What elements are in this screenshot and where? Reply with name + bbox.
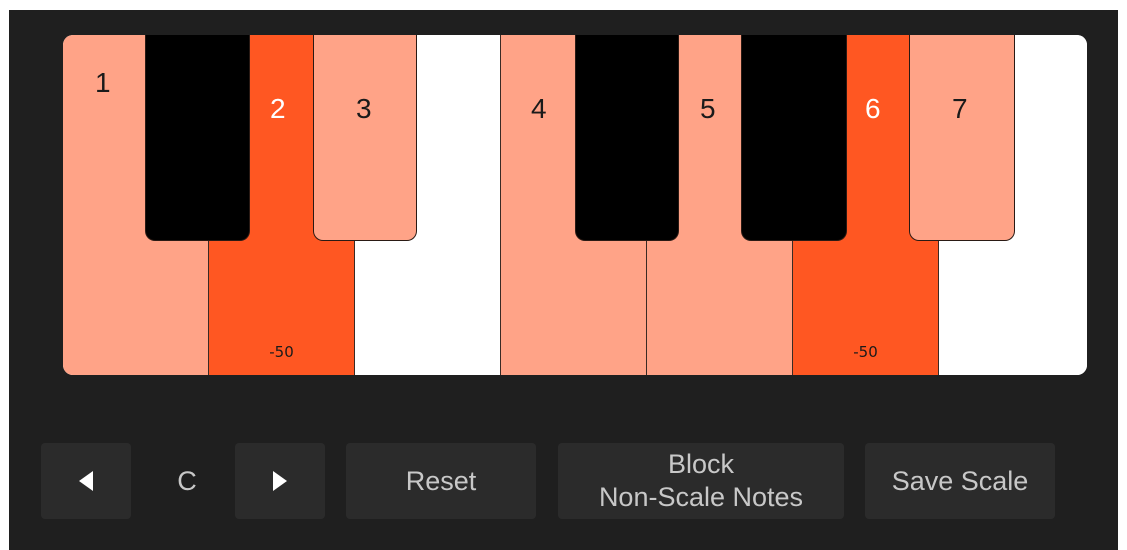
scale-degree-label: 3 xyxy=(356,93,372,124)
scale-editor-panel: 1 2 -50 4 5 6 -50 3 7 C Reset Block Non-… xyxy=(9,10,1118,550)
scale-degree-label: 1 xyxy=(95,67,111,98)
black-key-g-sharp[interactable] xyxy=(741,35,847,241)
triangle-right-icon xyxy=(273,471,287,491)
save-scale-button[interactable]: Save Scale xyxy=(865,443,1055,519)
next-root-button[interactable] xyxy=(235,443,325,519)
black-key-f-sharp[interactable] xyxy=(575,35,679,241)
black-key-d-sharp[interactable]: 3 xyxy=(313,35,417,241)
block-button-label-line2: Non-Scale Notes xyxy=(598,482,804,512)
scale-degree-label: 7 xyxy=(952,93,968,124)
scale-degree-label: 4 xyxy=(531,93,547,124)
triangle-left-icon xyxy=(79,471,93,491)
piano-keyboard: 1 2 -50 4 5 6 -50 3 7 xyxy=(63,35,1087,375)
cents-offset-label: -50 xyxy=(853,343,878,361)
block-button-label-line1: Block xyxy=(667,449,735,479)
scale-degree-label: 6 xyxy=(865,93,881,124)
scale-degree-label: 5 xyxy=(700,93,716,124)
reset-button[interactable]: Reset xyxy=(346,443,536,519)
black-key-a-sharp[interactable]: 7 xyxy=(909,35,1015,241)
block-non-scale-notes-button[interactable]: Block Non-Scale Notes xyxy=(558,443,844,519)
root-note-label: C xyxy=(177,465,197,496)
cents-offset-label: -50 xyxy=(269,343,294,361)
scale-degree-label: 2 xyxy=(270,93,286,124)
previous-root-button[interactable] xyxy=(41,443,131,519)
black-key-c-sharp[interactable] xyxy=(145,35,250,241)
